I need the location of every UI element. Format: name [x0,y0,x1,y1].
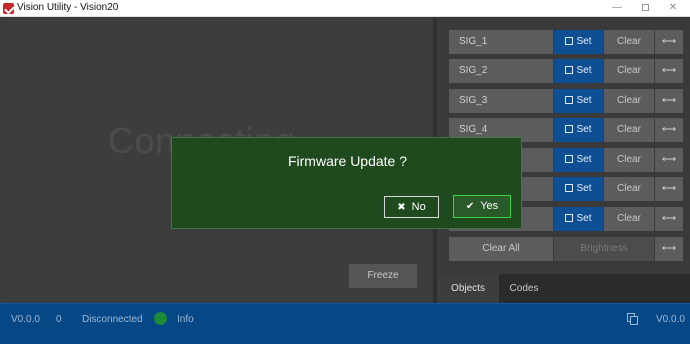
status-dot-icon [154,312,167,325]
set-label: Set [576,154,592,165]
signal-row: SIG_1 Set Clear ⟷ [449,30,683,54]
checkbox-icon [565,184,574,192]
dialog-title: Firmware Update ? [287,153,408,169]
signal-arrow-button[interactable]: ⟷ [655,118,683,142]
no-button[interactable]: ✖ No [384,196,439,218]
set-label: Set [576,213,592,224]
yes-label: Yes [480,200,499,212]
double-arrow-icon: ⟷ [661,154,677,165]
signal-arrow-button[interactable]: ⟷ [655,148,683,172]
set-label: Set [576,183,592,194]
brightness-arrow-button[interactable]: ⟷ [655,237,683,261]
title-bar: Vision Utility - Vision20 — ✕ [0,0,690,17]
tabs-bar: Objects Codes [437,274,690,303]
double-arrow-icon: ⟷ [661,95,677,106]
signal-set-button[interactable]: Set [554,207,603,231]
signal-row: SIG_3 Set Clear ⟷ [449,89,683,113]
signal-clear-button[interactable]: Clear [604,207,654,231]
brightness-button[interactable]: Brightness [554,237,654,261]
yes-button[interactable]: ✔ Yes [453,195,511,218]
window-title: Vision Utility - Vision20 [17,2,119,13]
minimize-button[interactable]: — [603,1,631,16]
signal-set-button[interactable]: Set [554,148,603,172]
close-button[interactable]: ✕ [659,1,687,16]
checkbox-icon [565,66,574,74]
maximize-icon [641,3,649,11]
set-label: Set [576,95,592,106]
signal-set-button[interactable]: Set [554,118,603,142]
signal-clear-button[interactable]: Clear [604,89,654,113]
set-label: Set [576,65,592,76]
signal-arrow-button[interactable]: ⟷ [655,207,683,231]
copy-icon[interactable] [627,313,638,325]
signal-clear-button[interactable]: Clear [604,177,654,201]
double-arrow-icon: ⟷ [661,213,677,224]
checkbox-icon [565,96,574,104]
signal-clear-button[interactable]: Clear [604,118,654,142]
freeze-button[interactable]: Freeze [349,264,417,288]
set-label: Set [576,124,592,135]
tab-codes[interactable]: Codes [499,274,549,303]
check-icon: ✔ [465,201,475,212]
close-icon: ✖ [397,202,406,213]
signal-clear-button[interactable]: Clear [604,30,654,54]
set-label: Set [576,36,592,47]
connection-status: Disconnected [82,314,143,325]
maximize-button[interactable] [631,1,659,16]
signal-set-button[interactable]: Set [554,89,603,113]
signal-set-button[interactable]: Set [554,30,603,54]
checkbox-icon [565,125,574,133]
signal-clear-button[interactable]: Clear [604,59,654,83]
double-arrow-icon: ⟷ [661,183,677,194]
checkbox-icon [565,37,574,45]
status-version: V0.0.0 [11,314,40,325]
signal-clear-button[interactable]: Clear [604,148,654,172]
firmware-update-dialog: Firmware Update ? ✖ No ✔ Yes [171,137,522,229]
app-logo-icon [3,3,14,14]
checkbox-icon [565,155,574,163]
double-arrow-icon: ⟷ [661,65,677,76]
status-version-right: V0.0.0 [656,314,685,325]
signal-row: SIG_2 Set Clear ⟷ [449,59,683,83]
clear-all-button[interactable]: Clear All [449,237,553,261]
tab-objects[interactable]: Objects [437,274,499,303]
signal-name: SIG_3 [449,89,553,113]
status-info: Info [177,314,194,325]
signal-arrow-button[interactable]: ⟷ [655,59,683,83]
double-arrow-icon: ⟷ [661,243,677,254]
signal-arrow-button[interactable]: ⟷ [655,177,683,201]
signal-set-button[interactable]: Set [554,177,603,201]
double-arrow-icon: ⟷ [661,124,677,135]
signal-set-button[interactable]: Set [554,59,603,83]
no-label: No [411,201,426,213]
checkbox-icon [565,214,574,222]
status-bar: V0.0.0 0 Disconnected Info V0.0.0 [0,303,690,344]
signal-arrow-button[interactable]: ⟷ [655,89,683,113]
signal-arrow-button[interactable]: ⟷ [655,30,683,54]
double-arrow-icon: ⟷ [661,36,677,47]
signal-name: SIG_1 [449,30,553,54]
status-count: 0 [56,314,62,325]
signal-name: SIG_2 [449,59,553,83]
